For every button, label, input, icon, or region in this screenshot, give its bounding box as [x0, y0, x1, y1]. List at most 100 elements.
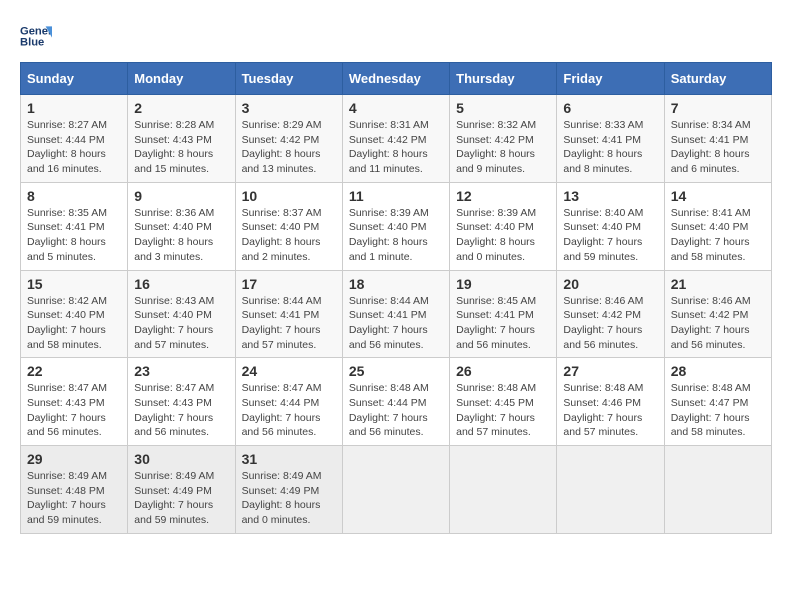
calendar-cell: 27Sunrise: 8:48 AMSunset: 4:46 PMDayligh…	[557, 358, 664, 446]
day-number: 31	[242, 451, 336, 467]
calendar-cell: 28Sunrise: 8:48 AMSunset: 4:47 PMDayligh…	[664, 358, 771, 446]
day-number: 20	[563, 276, 657, 292]
day-number: 6	[563, 100, 657, 116]
header: General Blue	[20, 20, 772, 52]
col-header-tuesday: Tuesday	[235, 63, 342, 95]
day-info: Sunrise: 8:42 AMSunset: 4:40 PMDaylight:…	[27, 294, 121, 353]
day-info: Sunrise: 8:27 AMSunset: 4:44 PMDaylight:…	[27, 118, 121, 177]
svg-text:Blue: Blue	[20, 37, 44, 49]
calendar-cell: 1 Sunrise: 8:27 AMSunset: 4:44 PMDaylight…	[21, 95, 128, 183]
day-info: Sunrise: 8:49 AMSunset: 4:49 PMDaylight:…	[242, 469, 336, 528]
calendar-week-2: 8Sunrise: 8:35 AMSunset: 4:41 PMDaylight…	[21, 182, 772, 270]
day-number: 17	[242, 276, 336, 292]
day-info: Sunrise: 8:45 AMSunset: 4:41 PMDaylight:…	[456, 294, 550, 353]
calendar-cell: 26 Sunrise: 8:48 AMSunset: 4:45 PMDayligh…	[450, 358, 557, 446]
day-number: 15	[27, 276, 121, 292]
calendar-table: SundayMondayTuesdayWednesdayThursdayFrid…	[20, 62, 772, 534]
calendar-week-3: 15 Sunrise: 8:42 AMSunset: 4:40 PMDayligh…	[21, 270, 772, 358]
calendar-cell: 21Sunrise: 8:46 AMSunset: 4:42 PMDayligh…	[664, 270, 771, 358]
calendar-week-1: 1 Sunrise: 8:27 AMSunset: 4:44 PMDaylight…	[21, 95, 772, 183]
calendar-cell: 31 Sunrise: 8:49 AMSunset: 4:49 PMDayligh…	[235, 446, 342, 534]
calendar-cell: 3 Sunrise: 8:29 AMSunset: 4:42 PMDaylight…	[235, 95, 342, 183]
calendar-cell: 7 Sunrise: 8:34 AMSunset: 4:41 PMDaylight…	[664, 95, 771, 183]
day-info: Sunrise: 8:34 AMSunset: 4:41 PMDaylight:…	[671, 118, 765, 177]
calendar-cell	[342, 446, 449, 534]
col-header-saturday: Saturday	[664, 63, 771, 95]
calendar-cell: 8Sunrise: 8:35 AMSunset: 4:41 PMDaylight…	[21, 182, 128, 270]
day-number: 12	[456, 188, 550, 204]
day-info: Sunrise: 8:49 AMSunset: 4:49 PMDaylight:…	[134, 469, 228, 528]
calendar-cell: 25 Sunrise: 8:48 AMSunset: 4:44 PMDayligh…	[342, 358, 449, 446]
calendar-cell: 24 Sunrise: 8:47 AMSunset: 4:44 PMDayligh…	[235, 358, 342, 446]
calendar-cell: 29 Sunrise: 8:49 AMSunset: 4:48 PMDayligh…	[21, 446, 128, 534]
calendar-cell: 18 Sunrise: 8:44 AMSunset: 4:41 PMDayligh…	[342, 270, 449, 358]
day-info: Sunrise: 8:37 AMSunset: 4:40 PMDaylight:…	[242, 206, 336, 265]
day-number: 10	[242, 188, 336, 204]
day-number: 14	[671, 188, 765, 204]
calendar-cell: 23 Sunrise: 8:47 AMSunset: 4:43 PMDayligh…	[128, 358, 235, 446]
calendar-cell: 17 Sunrise: 8:44 AMSunset: 4:41 PMDayligh…	[235, 270, 342, 358]
day-number: 1	[27, 100, 121, 116]
calendar-cell: 12 Sunrise: 8:39 AMSunset: 4:40 PMDayligh…	[450, 182, 557, 270]
day-info: Sunrise: 8:41 AMSunset: 4:40 PMDaylight:…	[671, 206, 765, 265]
day-number: 9	[134, 188, 228, 204]
calendar-cell: 15 Sunrise: 8:42 AMSunset: 4:40 PMDayligh…	[21, 270, 128, 358]
day-number: 11	[349, 188, 443, 204]
calendar-cell: 6Sunrise: 8:33 AMSunset: 4:41 PMDaylight…	[557, 95, 664, 183]
calendar-cell: 5Sunrise: 8:32 AMSunset: 4:42 PMDaylight…	[450, 95, 557, 183]
day-info: Sunrise: 8:49 AMSunset: 4:48 PMDaylight:…	[27, 469, 121, 528]
day-info: Sunrise: 8:29 AMSunset: 4:42 PMDaylight:…	[242, 118, 336, 177]
day-info: Sunrise: 8:48 AMSunset: 4:46 PMDaylight:…	[563, 381, 657, 440]
col-header-wednesday: Wednesday	[342, 63, 449, 95]
calendar-cell: 20 Sunrise: 8:46 AMSunset: 4:42 PMDayligh…	[557, 270, 664, 358]
calendar-week-4: 22 Sunrise: 8:47 AMSunset: 4:43 PMDayligh…	[21, 358, 772, 446]
day-info: Sunrise: 8:48 AMSunset: 4:47 PMDaylight:…	[671, 381, 765, 440]
calendar-cell: 19 Sunrise: 8:45 AMSunset: 4:41 PMDayligh…	[450, 270, 557, 358]
day-number: 25	[349, 363, 443, 379]
col-header-sunday: Sunday	[21, 63, 128, 95]
col-header-friday: Friday	[557, 63, 664, 95]
day-number: 23	[134, 363, 228, 379]
day-info: Sunrise: 8:44 AMSunset: 4:41 PMDaylight:…	[242, 294, 336, 353]
calendar-cell: 30 Sunrise: 8:49 AMSunset: 4:49 PMDayligh…	[128, 446, 235, 534]
day-info: Sunrise: 8:47 AMSunset: 4:43 PMDaylight:…	[27, 381, 121, 440]
calendar-cell: 22 Sunrise: 8:47 AMSunset: 4:43 PMDayligh…	[21, 358, 128, 446]
calendar-cell: 2Sunrise: 8:28 AMSunset: 4:43 PMDaylight…	[128, 95, 235, 183]
day-info: Sunrise: 8:43 AMSunset: 4:40 PMDaylight:…	[134, 294, 228, 353]
day-info: Sunrise: 8:47 AMSunset: 4:44 PMDaylight:…	[242, 381, 336, 440]
calendar-cell	[664, 446, 771, 534]
day-number: 4	[349, 100, 443, 116]
day-number: 26	[456, 363, 550, 379]
col-header-monday: Monday	[128, 63, 235, 95]
day-info: Sunrise: 8:28 AMSunset: 4:43 PMDaylight:…	[134, 118, 228, 177]
day-info: Sunrise: 8:47 AMSunset: 4:43 PMDaylight:…	[134, 381, 228, 440]
day-info: Sunrise: 8:44 AMSunset: 4:41 PMDaylight:…	[349, 294, 443, 353]
day-number: 13	[563, 188, 657, 204]
day-number: 24	[242, 363, 336, 379]
day-info: Sunrise: 8:46 AMSunset: 4:42 PMDaylight:…	[563, 294, 657, 353]
day-info: Sunrise: 8:31 AMSunset: 4:42 PMDaylight:…	[349, 118, 443, 177]
calendar-cell: 13Sunrise: 8:40 AMSunset: 4:40 PMDayligh…	[557, 182, 664, 270]
calendar-cell	[557, 446, 664, 534]
day-info: Sunrise: 8:48 AMSunset: 4:45 PMDaylight:…	[456, 381, 550, 440]
calendar-cell: 10 Sunrise: 8:37 AMSunset: 4:40 PMDayligh…	[235, 182, 342, 270]
day-number: 8	[27, 188, 121, 204]
logo-icon: General Blue	[20, 20, 52, 52]
day-number: 29	[27, 451, 121, 467]
day-number: 7	[671, 100, 765, 116]
day-number: 30	[134, 451, 228, 467]
day-info: Sunrise: 8:48 AMSunset: 4:44 PMDaylight:…	[349, 381, 443, 440]
day-number: 19	[456, 276, 550, 292]
day-number: 16	[134, 276, 228, 292]
calendar-cell: 4 Sunrise: 8:31 AMSunset: 4:42 PMDaylight…	[342, 95, 449, 183]
calendar-cell: 9Sunrise: 8:36 AMSunset: 4:40 PMDaylight…	[128, 182, 235, 270]
day-number: 3	[242, 100, 336, 116]
day-number: 21	[671, 276, 765, 292]
day-info: Sunrise: 8:39 AMSunset: 4:40 PMDaylight:…	[456, 206, 550, 265]
day-number: 18	[349, 276, 443, 292]
calendar-week-5: 29 Sunrise: 8:49 AMSunset: 4:48 PMDayligh…	[21, 446, 772, 534]
day-info: Sunrise: 8:39 AMSunset: 4:40 PMDaylight:…	[349, 206, 443, 265]
col-header-thursday: Thursday	[450, 63, 557, 95]
logo: General Blue	[20, 20, 56, 52]
day-number: 22	[27, 363, 121, 379]
